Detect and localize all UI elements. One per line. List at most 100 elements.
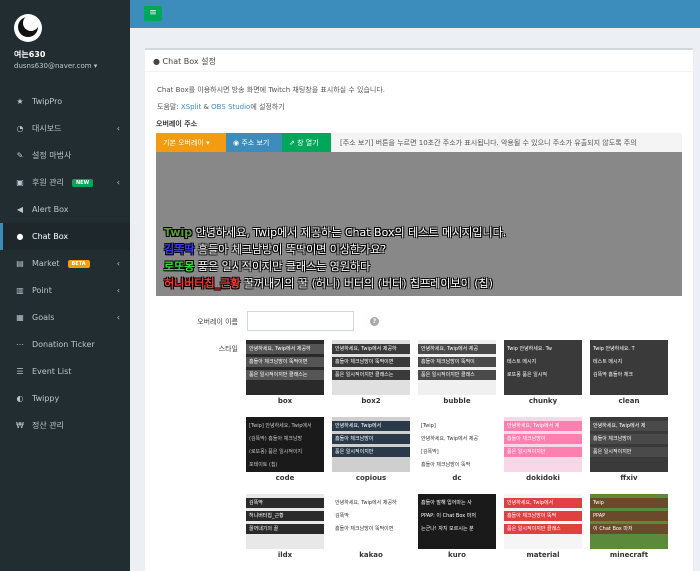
comment-icon: ● — [153, 57, 160, 66]
style-thumbnail: 안녕하세요, Twip에서 제공하 김똑딱 흠들아 체크남방이 뚝딱이면 — [332, 494, 410, 549]
style-option[interactable]: Twip 안녕하세요. Tw 테스트 메시지 로또몽 품은 일시적 chunky — [504, 340, 582, 408]
style-option[interactable]: 안녕하세요, Twip에서 흠들아 체크남방이 뚝딱 품은 일시적이지만 클래스 ma… — [504, 494, 582, 562]
sidebar-item-label: 설정 마법사 — [32, 151, 72, 160]
help-prefix: 도움말: — [157, 103, 181, 111]
style-option[interactable]: Twip PPAP 이 Chat Box 마저 minecraft — [590, 494, 668, 562]
thumbnail-line: 품은 일시적이지만 — [332, 447, 410, 457]
sidebar-item[interactable]: ☰ Event List — [0, 358, 130, 385]
xsplit-link[interactable]: XSplit — [181, 103, 201, 111]
sidebar-item-label: 후원 관리 — [32, 178, 64, 187]
sidebar-item[interactable]: ▣ 후원 관리 NEW ‹ — [0, 169, 130, 196]
avatar[interactable] — [14, 14, 42, 42]
style-name: copious — [355, 474, 387, 482]
thumbnail-line: 품은 일시적이지만 클래스는 — [246, 370, 324, 380]
sidebar-item[interactable]: ▤ Market BETA ‹ — [0, 250, 130, 277]
sidebar-item[interactable]: ₩ 정산 관리 — [0, 412, 130, 439]
overlay-name-input[interactable] — [247, 311, 354, 331]
style-thumbnail: [Twip] 안녕하세요, Twip에서 (김똑딱) 흠들아 체크남방 (로또몽) … — [246, 417, 324, 472]
top-navbar: ≡ — [130, 0, 700, 28]
style-thumbnail: 흠들아 말해 입어마는 사 PPAP: 이 Chat Box 마저 는군나! 자지 … — [418, 494, 496, 549]
chevron-left-icon: ‹ — [116, 178, 120, 187]
thumbnail-line: PPAP: 이 Chat Box 마저 — [418, 511, 496, 521]
address-note: [주소 보기] 버튼을 누르면 10초간 주소가 표시됩니다. 악용될 수 있으… — [340, 138, 637, 147]
thumbnail-line: Twip — [590, 498, 668, 508]
sidebar-item[interactable]: ◔ 대시보드 ‹ — [0, 115, 130, 142]
list-icon: ☰ — [16, 367, 24, 376]
style-thumbnail: Twip PPAP 이 Chat Box 마저 — [590, 494, 668, 549]
style-option[interactable]: 안녕하세요, Twip에서 제 흠들아 체크남방이 품은 일시적이지만 dokidok… — [504, 417, 582, 485]
sidebar: 여는630 dusns630@naver.com ▾ ★ TwipPro ◔ 대시보드… — [0, 0, 130, 571]
chat-message: 로또몽 품은 일시적이지만 클래스는 영원하다 — [164, 258, 682, 275]
thumbnail-line: 흠들아 체크남방이 — [504, 434, 582, 444]
thumbnail-line: 품은 일시적이지만 클래스 — [418, 370, 496, 380]
style-name: clean — [618, 397, 640, 405]
sidebar-item-label: Market — [32, 259, 60, 268]
style-option[interactable]: 안녕하세요, Twip에서 흠들아 체크남방이 품은 일시적이지만 copious — [332, 417, 410, 485]
style-option[interactable]: 안녕하세요, Twip에서 제공 흠들아 체크남방이 뚝딱이 품은 일시적이지만 클… — [418, 340, 496, 408]
thumbnail-line: 허니버터칩_근황 — [246, 511, 324, 521]
thumbnail-line: 김똑딱 — [246, 498, 324, 508]
user-email-dropdown[interactable]: dusns630@naver.com ▾ — [14, 62, 118, 70]
chatbox-settings-panel: ● Chat Box 설정 Chat Box를 이용하시면 방송 화면에 Twi… — [145, 48, 693, 571]
chevron-left-icon: ‹ — [116, 286, 120, 295]
thumbnail-line: Twip 안녕하세요. T — [590, 344, 668, 354]
style-label: 스타일 — [218, 345, 238, 353]
sidebar-item[interactable]: ✎ 설정 마법사 — [0, 142, 130, 169]
style-thumbnail: 안녕하세요, Twip에서 제공하 흠들아 체크남방이 뚝딱이면 품은 일시적이지만… — [246, 340, 324, 395]
sidebar-item[interactable]: ▦ Goals ‹ — [0, 304, 130, 331]
thumbnail-line: 품은 일시적이지만 클래스 — [504, 524, 582, 534]
sidebar-item[interactable]: ◐ Twippy — [0, 385, 130, 412]
cart-icon: ▤ — [16, 259, 24, 268]
sidebar-item[interactable]: ◀ Alert Box — [0, 196, 130, 223]
sidebar-item[interactable]: ⋯ Donation Ticker — [0, 331, 130, 358]
style-name: bubble — [443, 397, 471, 405]
sidebar-item-label: Goals — [32, 313, 55, 322]
style-option[interactable]: 김똑딱 허니버터칩_근황 꿀꺼내기의 꿀 ildx — [246, 494, 324, 562]
sidebar-toggle-button[interactable]: ≡ — [144, 6, 162, 21]
chat-text: 품은 일시적이지만 클래스는 영원하다 — [194, 260, 371, 273]
style-option[interactable]: [Twip] 안녕하세요, Twip에서 (김똑딱) 흠들아 체크남방 (로또몽) … — [246, 417, 324, 485]
status-badge: BETA — [67, 259, 90, 268]
style-name: chunky — [528, 397, 558, 405]
style-thumbnail: 안녕하세요, Twip에서 흠들아 체크남방이 뚝딱 품은 일시적이지만 클래스 — [504, 494, 582, 549]
help-icon[interactable]: ? — [370, 317, 379, 326]
thumbnail-line: 테스트 메시지 — [590, 357, 668, 367]
style-option[interactable]: 안녕하세요, Twip에서 제공하 김똑딱 흠들아 체크남방이 뚝딱이면 kakao — [332, 494, 410, 562]
sidebar-item-label: Donation Ticker — [32, 340, 95, 349]
open-window-button[interactable]: ⇗ 창 열기 — [282, 133, 331, 152]
sidebar-item[interactable]: ★ TwipPro — [0, 88, 130, 115]
style-option[interactable]: 안녕하세요, Twip에서 제공하 흠들아 체크남방이 뚝딱이면 품은 일시적이지만… — [332, 340, 410, 408]
style-option[interactable]: 안녕하세요, Twip에서 제공하 흠들아 체크남방이 뚝딱이면 품은 일시적이지만… — [246, 340, 324, 408]
magic-wand-icon: ✎ — [16, 151, 24, 160]
sidebar-item[interactable]: ● Chat Box — [0, 223, 130, 250]
show-address-button[interactable]: ◉ 주소 보기 — [226, 133, 282, 152]
chart-icon: ▥ — [16, 286, 24, 295]
style-option[interactable]: 안녕하세요, Twip에서 제 흠들아 체크남방이 품은 일시적이지만 ffxiv — [590, 417, 668, 485]
thumbnail-line: 흠들아 체크남방이 뚝딱 — [418, 460, 496, 470]
style-name: ildx — [277, 551, 293, 559]
style-thumbnail: 안녕하세요, Twip에서 제공 흠들아 체크남방이 뚝딱이 품은 일시적이지만 클… — [418, 340, 496, 395]
chevron-left-icon: ‹ — [116, 259, 120, 268]
thumbnail-line: 안녕하세요, Twip에서 제공 — [418, 434, 496, 444]
thumbnail-line: 품은 일시적이지만 클래스는 — [332, 370, 410, 380]
sidebar-item-label: TwipPro — [32, 97, 63, 106]
chat-text: 흠들아 체크남방이 뚝딱이면 이상한가요? — [194, 243, 387, 256]
thumbnail-line: 김똑딱 흠들아 체크 — [590, 370, 668, 380]
sidebar-menu: ★ TwipPro ◔ 대시보드 ‹ ✎ 설정 마법사 ▣ 후원 관리 NEW ‹ ◀ Alert Bo… — [0, 88, 130, 439]
style-option[interactable]: 흠들아 말해 입어마는 사 PPAP: 이 Chat Box 마저 는군나! 자지 … — [418, 494, 496, 562]
style-option[interactable]: [Twip] 안녕하세요, Twip에서 제공 [김똑딱] 흠들아 체크남방이 뚝딱 d… — [418, 417, 496, 485]
style-name: ffxiv — [620, 474, 638, 482]
chat-message: 김똑딱 흠들아 체크남방이 뚝딱이면 이상한가요? — [164, 241, 682, 258]
sidebar-item-label: 대시보드 — [32, 124, 62, 133]
thumbnail-line: 안녕하세요, Twip에서 제 — [590, 421, 668, 431]
thumbnail-line: (로또몽) 품은 일시적이지 — [246, 447, 324, 457]
obs-studio-link[interactable]: OBS Studio — [211, 103, 250, 111]
thumbnail-line: PPAP — [590, 511, 668, 521]
sidebar-item[interactable]: ▥ Point ‹ — [0, 277, 130, 304]
thumbnail-line: 는군나! 자지 모르시는 분 — [418, 524, 496, 534]
description-line: Chat Box를 이용하시면 방송 화면에 Twitch 채팅창을 표시하실 … — [157, 86, 385, 94]
thumbnail-line: [Twip] — [418, 421, 496, 431]
chevron-left-icon: ‹ — [116, 313, 120, 322]
default-overlay-dropdown[interactable]: 기본 오버레이 ▾ — [156, 133, 226, 152]
style-option[interactable]: Twip 안녕하세요. T 테스트 메시지김똑딱 흠들아 체크 clean — [590, 340, 668, 408]
